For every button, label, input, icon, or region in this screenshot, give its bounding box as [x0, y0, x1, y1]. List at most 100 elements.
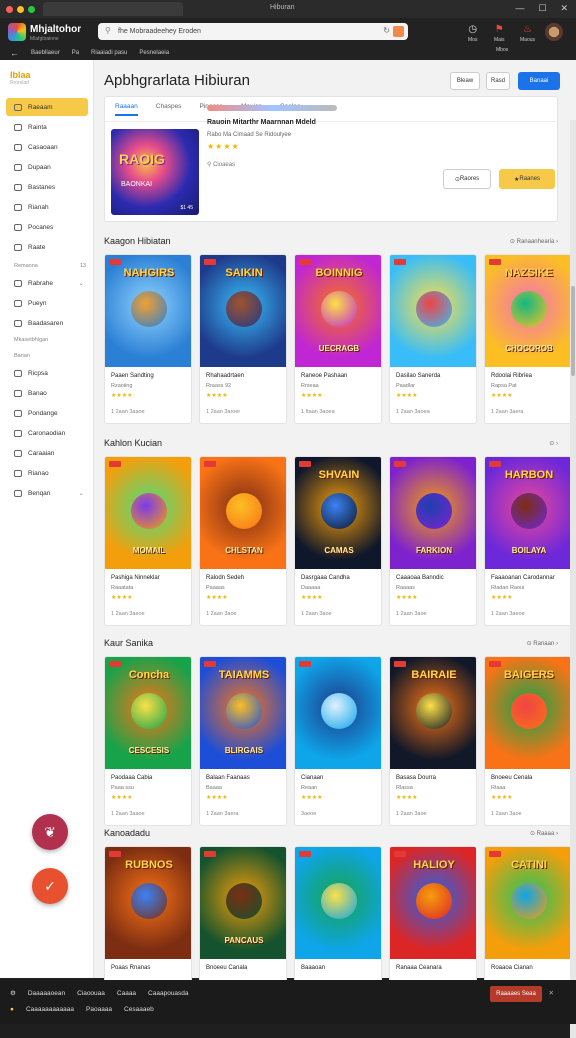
- restore-icon[interactable]: ☐: [538, 3, 546, 14]
- footer-button[interactable]: Raaaaes Seaa: [490, 986, 542, 1002]
- check-fab-button[interactable]: ✓: [32, 868, 68, 904]
- sidebar-item[interactable]: Pondange: [6, 404, 88, 422]
- sidebar-item[interactable]: Ricpsa: [6, 364, 88, 382]
- game-art[interactable]: NAZSIKE CHOCOROB: [485, 255, 571, 367]
- sidebar-item[interactable]: Benqan ⌄: [6, 484, 88, 502]
- game-art[interactable]: Concha CESCESIS: [105, 657, 191, 769]
- sidebar-item[interactable]: Raeaam: [6, 98, 88, 116]
- maximize-dot[interactable]: [28, 5, 35, 13]
- game-card[interactable]: Cianaan Reaan ★★★★ 3aeoe: [294, 656, 382, 826]
- address-bar[interactable]: ⚲ fhe Mobraadeehey Eroden ↻: [98, 23, 408, 40]
- game-art[interactable]: RUBNOS: [105, 847, 191, 959]
- sidebar-item[interactable]: Rabrahe ⌄: [6, 274, 88, 292]
- game-card[interactable]: MOMAIL Pashiga Ninneklar Raaatata ★★★★ 1…: [104, 456, 192, 626]
- header-button-1[interactable]: Bleaw: [450, 72, 480, 90]
- game-art[interactable]: BAIGERS: [485, 657, 571, 769]
- game-art[interactable]: PANCAUS: [200, 847, 286, 959]
- game-art[interactable]: TAIAMMS BLIRGAIS: [200, 657, 286, 769]
- tab-1[interactable]: Raaaan: [115, 103, 138, 116]
- sidebar-item[interactable]: Rainta: [6, 118, 88, 136]
- sidebar-item[interactable]: Pocanes: [6, 218, 88, 236]
- sidebar-item[interactable]: Dupaan: [6, 158, 88, 176]
- game-card[interactable]: TAIAMMS BLIRGAIS Balaan Faanaas Baaaa ★★…: [199, 656, 287, 826]
- game-card[interactable]: FARKION Caaaoaa Banndic Raaaas ★★★★ 1 2a…: [389, 456, 477, 626]
- game-art[interactable]: [390, 255, 476, 367]
- game-card[interactable]: SHVAIN CAMAS Dasrgaaa Candha Daaaaa ★★★★…: [294, 456, 382, 626]
- bookmark-item[interactable]: Baebllaeur: [31, 50, 60, 56]
- game-art[interactable]: NAHGIRS: [105, 255, 191, 367]
- game-art[interactable]: CATINI: [485, 847, 571, 959]
- game-card[interactable]: Dasilao Sanerda Paadlar ★★★★ 1 2aan 3aoe…: [389, 254, 477, 424]
- featured-image[interactable]: RAOIG BAONKAI $1 45: [111, 129, 199, 215]
- game-card[interactable]: BAIGERS Bnoeeu Cenala Rlaaa ★★★★ 1 2aan …: [484, 656, 572, 826]
- footer-link[interactable]: Caaaaaaaaaaaa: [26, 1006, 74, 1013]
- header-primary-button[interactable]: Banaai: [518, 72, 560, 90]
- flag-button[interactable]: ♨ Maous: [520, 24, 535, 43]
- game-art[interactable]: FARKION: [390, 457, 476, 569]
- game-card[interactable]: CHLSTAN Ralodn Sedeh Paaaas ★★★★ 1 2aan …: [199, 456, 287, 626]
- extension-icon[interactable]: [393, 26, 404, 37]
- bookmark-item[interactable]: Riaaiadi pasu: [91, 50, 127, 56]
- game-card[interactable]: BAIRAIE Basasa Dourra Rlassa ★★★★ 1 2aan…: [389, 656, 477, 826]
- scrollbar-thumb[interactable]: [571, 286, 575, 376]
- game-art[interactable]: SHVAIN CAMAS: [295, 457, 381, 569]
- reload-icon[interactable]: ↻: [383, 26, 390, 35]
- section-more-link[interactable]: ⊙ ›: [549, 440, 558, 447]
- alarm-button[interactable]: ◷ Mos: [468, 24, 477, 43]
- game-art[interactable]: BAIRAIE: [390, 657, 476, 769]
- bookmark-item[interactable]: Pesnelaeia: [139, 50, 169, 56]
- bookmark-item[interactable]: Pa: [72, 50, 79, 56]
- game-art[interactable]: HARBON BOILAYA: [485, 457, 571, 569]
- leaf-fab-button[interactable]: ❦: [32, 814, 68, 850]
- scrollbar[interactable]: [570, 120, 576, 1038]
- game-art[interactable]: [295, 847, 381, 959]
- footer-link[interactable]: Daaaaaoean: [28, 990, 65, 997]
- game-art[interactable]: CHLSTAN: [200, 457, 286, 569]
- section-more-link[interactable]: ⊙ Ranaan ›: [527, 640, 558, 647]
- game-card[interactable]: SAIKIN Rhahaadrtaen Rraass 92 ★★★★ 1 2aa…: [199, 254, 287, 424]
- browser-tab[interactable]: [43, 2, 183, 16]
- sidebar-item[interactable]: Baadasaren: [6, 314, 88, 332]
- game-card[interactable]: NAHGIRS Paaen Sandting Rzaoiing ★★★★ 1 2…: [104, 254, 192, 424]
- sidebar-item[interactable]: Raate: [6, 238, 88, 256]
- footer-link[interactable]: Paoaaaa: [86, 1006, 112, 1013]
- game-card[interactable]: Concha CESCESIS Paodaaa Cabia Paaa ssu ★…: [104, 656, 192, 826]
- close-icon[interactable]: ✕: [560, 3, 568, 14]
- sidebar-item[interactable]: Rianao: [6, 464, 88, 482]
- sidebar-item[interactable]: Casaoaan: [6, 138, 88, 156]
- sidebar-item[interactable]: Caronaodian: [6, 424, 88, 442]
- new-badge: [394, 461, 406, 467]
- section-more-link[interactable]: ⊙ Ranaanhearia ›: [510, 238, 558, 245]
- game-art[interactable]: SAIKIN: [200, 255, 286, 367]
- footer-link[interactable]: Caaapouasda: [148, 990, 188, 997]
- sidebar-item[interactable]: Bastanes: [6, 178, 88, 196]
- featured-secondary-button[interactable]: ⊙ Raores: [443, 169, 491, 189]
- minimize-dot[interactable]: [17, 5, 24, 13]
- game-card[interactable]: HARBON BOILAYA Faaaoanan Carodannar Rlad…: [484, 456, 572, 626]
- footer-link[interactable]: Caaaa: [117, 990, 136, 997]
- game-art[interactable]: BOINNIG UECRAGB: [295, 255, 381, 367]
- close-dot[interactable]: [6, 5, 13, 13]
- sidebar-item[interactable]: Caraaian: [6, 444, 88, 462]
- game-card[interactable]: BOINNIG UECRAGB Raneoe Pashaan Rrseaa ★★…: [294, 254, 382, 424]
- game-art[interactable]: HALIOY: [390, 847, 476, 959]
- avatar[interactable]: [545, 23, 563, 41]
- featured-primary-button[interactable]: ★ Raanes: [499, 169, 555, 189]
- sidebar-item[interactable]: Rianah: [6, 198, 88, 216]
- back-icon[interactable]: ←: [10, 48, 19, 58]
- minimize-icon[interactable]: —: [515, 3, 524, 14]
- game-meta: 1 2aan 3aoe: [491, 811, 522, 817]
- sidebar-section-title: Remaona: [14, 263, 38, 269]
- game-art[interactable]: [295, 657, 381, 769]
- footer-link[interactable]: Ciaoouaa: [77, 990, 105, 997]
- section-more-link[interactable]: ⊙ Raaaa ›: [530, 830, 558, 837]
- notification-button[interactable]: ⚑ Mais: [494, 24, 505, 43]
- footer-link[interactable]: Cesaaaeb: [124, 1006, 154, 1013]
- footer-close-icon[interactable]: ✕: [549, 989, 554, 997]
- game-art[interactable]: MOMAIL: [105, 457, 191, 569]
- sidebar-item[interactable]: Banao: [6, 384, 88, 402]
- sidebar-item[interactable]: Pueyn: [6, 294, 88, 312]
- header-button-2[interactable]: Rasd: [486, 72, 510, 90]
- tab-2[interactable]: Chaspes: [156, 103, 182, 116]
- game-card[interactable]: NAZSIKE CHOCOROB Rdoolai Ribriea Rapsa P…: [484, 254, 572, 424]
